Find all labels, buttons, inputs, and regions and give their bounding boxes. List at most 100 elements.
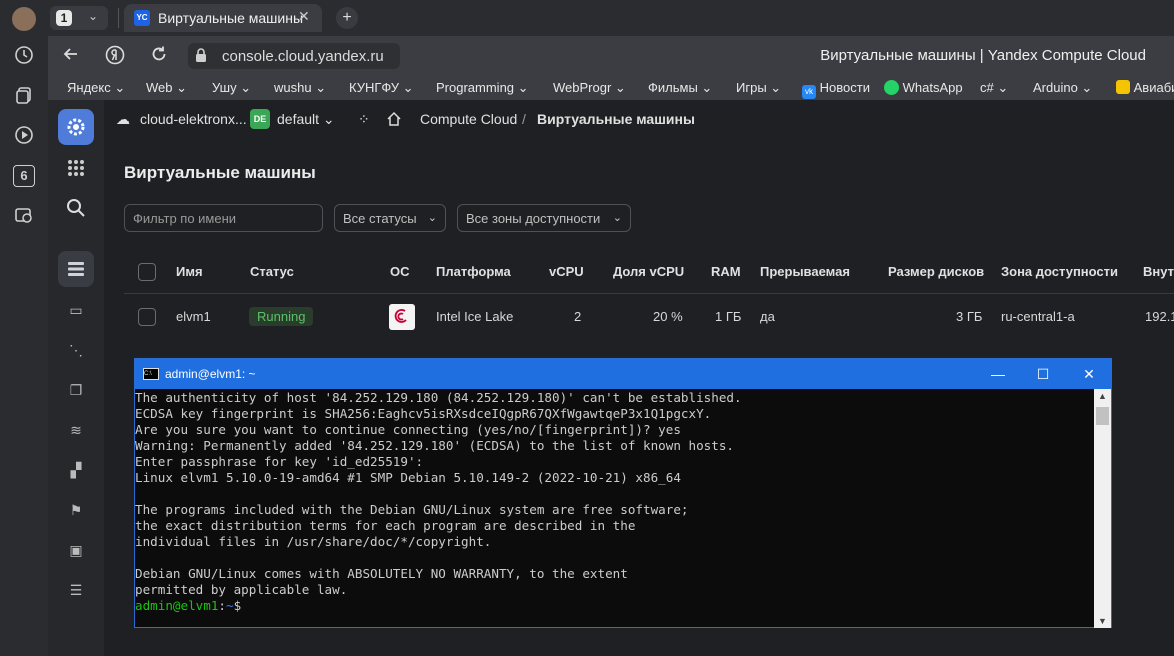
reload-icon[interactable] — [148, 45, 170, 67]
scroll-up-icon[interactable]: ▲ — [1098, 391, 1107, 401]
terminal-line: the exact distribution terms for each pr… — [135, 518, 636, 533]
bookmark-folder[interactable]: Arduino ⌄ — [1033, 80, 1092, 96]
bookmark-whatsapp[interactable]: WhatsApp — [884, 80, 963, 95]
zone-filter-select[interactable]: Все зоны доступности ⌄ — [457, 204, 631, 232]
bookmark-folder[interactable]: c# ⌄ — [980, 80, 1008, 96]
gear-icon[interactable] — [58, 109, 94, 145]
maximize-icon[interactable]: ☐ — [1034, 365, 1052, 383]
tab-active[interactable]: YC Виртуальные машины ✕ — [124, 4, 322, 32]
col-vcpu-share[interactable]: Доля vCPU — [613, 264, 684, 279]
terminal-line: permitted by applicable law. — [135, 582, 348, 597]
images-icon[interactable]: ❐ — [66, 380, 86, 400]
url-field[interactable]: console.cloud.yandex.ru — [188, 43, 400, 69]
debian-os-icon — [389, 304, 415, 330]
layers-icon[interactable]: ≋ — [66, 420, 86, 440]
back-arrow-icon[interactable] — [60, 45, 82, 67]
gpu-icon[interactable]: ▣ — [66, 540, 86, 560]
screenshot-icon[interactable] — [13, 205, 35, 227]
apps-grid-icon[interactable] — [66, 158, 86, 178]
page-heading: Виртуальные машины — [124, 163, 316, 182]
operations-icon[interactable]: ☰ — [66, 580, 86, 600]
page-title: Виртуальные машины | Yandex Compute Clou… — [820, 47, 1146, 64]
row-checkbox[interactable] — [138, 308, 156, 326]
instance-groups-icon[interactable]: ⚑ — [66, 500, 86, 520]
home-icon[interactable] — [386, 111, 402, 130]
vm-vcpu-share: 20 % — [653, 309, 683, 324]
bookmark-folder[interactable]: Ушу ⌄ — [212, 80, 251, 96]
col-internal-ip[interactable]: Внутр — [1143, 264, 1174, 279]
minimize-icon[interactable]: — — [989, 365, 1007, 383]
service-rail: ▭ ⋱ ❐ ≋ ▞ ⚑ ▣ ☰ — [48, 248, 104, 656]
breadcrumb-current: Виртуальные машины — [537, 111, 695, 127]
bookmark-folder[interactable]: Web ⌄ — [146, 80, 187, 96]
col-platform[interactable]: Платформа — [436, 264, 511, 279]
breadcrumb: ☁ cloud-elektronx... DE default ⌄ ⁘ Comp… — [104, 100, 1174, 138]
vm-list-icon[interactable] — [58, 251, 94, 287]
bookmark-avia[interactable]: Авиаби — [1116, 80, 1174, 95]
terminal-line: individual files in /usr/share/doc/*/cop… — [135, 534, 492, 549]
console-icon: C:\ — [143, 368, 159, 380]
col-preemptible[interactable]: Прерываемая — [760, 264, 850, 279]
snapshot-icon[interactable]: ▞ — [66, 460, 86, 480]
terminal-output[interactable]: The authenticity of host '84.252.129.180… — [135, 390, 1093, 628]
disk-icon[interactable]: ▭ — [66, 300, 86, 320]
col-ram[interactable]: RAM — [711, 264, 741, 279]
yandex-icon[interactable] — [104, 45, 126, 67]
bookmark-folder[interactable]: Игры ⌄ — [736, 80, 781, 96]
status-filter-select[interactable]: Все статусы ⌄ — [334, 204, 446, 232]
col-os[interactable]: ОС — [390, 264, 410, 279]
history-icon[interactable] — [13, 45, 35, 67]
col-disk-size[interactable]: Размер дисков — [888, 264, 984, 279]
select-all-checkbox[interactable] — [138, 263, 156, 281]
vm-internal-ip: 192.1 — [1145, 309, 1174, 324]
search-icon[interactable] — [66, 198, 86, 218]
terminal-line: Warning: Permanently added '84.252.129.1… — [135, 438, 734, 453]
collections-icon[interactable] — [13, 85, 35, 107]
bookmark-folder[interactable]: WebProgr ⌄ — [553, 80, 626, 96]
terminal-window[interactable]: C:\ admin@elvm1: ~ — ☐ ✕ The authenticit… — [134, 358, 1112, 628]
tab-group-button[interactable]: 1 ⌄ — [50, 6, 108, 30]
folder-badge: DE — [250, 109, 270, 129]
bookmark-folder[interactable]: Яндекс ⌄ — [67, 80, 125, 96]
tab-strip: 1 ⌄ YC Виртуальные машины ✕ + — [48, 0, 1174, 36]
bookmark-folder[interactable]: Programming ⌄ — [436, 80, 529, 96]
services-icon[interactable]: ⁘ — [358, 111, 370, 128]
col-vcpu[interactable]: vCPU — [549, 264, 584, 279]
bookmark-vk[interactable]: vk Новости — [802, 80, 870, 99]
tab-divider — [118, 8, 119, 28]
address-bar: console.cloud.yandex.ru Виртуальные маши… — [48, 36, 1174, 76]
url-text: console.cloud.yandex.ru — [222, 48, 384, 65]
breadcrumb-service[interactable]: Compute Cloud — [420, 111, 517, 127]
scrollbar-thumb[interactable] — [1096, 407, 1109, 425]
side-badge[interactable]: 6 — [13, 165, 35, 187]
video-play-icon[interactable] — [13, 125, 35, 147]
close-icon[interactable]: ✕ — [1080, 365, 1098, 383]
tab-count: 1 — [56, 10, 72, 26]
bookmarks-bar: Яндекс ⌄ Web ⌄ Ушу ⌄ wushu ⌄ КУНГФУ ⌄ Pr… — [48, 76, 1174, 100]
tab-title: Виртуальные машины — [158, 10, 304, 26]
prompt-user: admin@elvm1 — [135, 598, 219, 613]
terminal-line: ECDSA key fingerprint is SHA256:Eaghcv5i… — [135, 406, 712, 421]
vm-disk-size: 3 ГБ — [956, 309, 983, 324]
close-icon[interactable]: ✕ — [298, 8, 310, 25]
bookmark-folder[interactable]: wushu ⌄ — [274, 80, 326, 96]
name-filter-input[interactable]: Фильтр по имени — [124, 204, 323, 232]
breadcrumb-folder[interactable]: default ⌄ — [277, 111, 335, 128]
vm-name[interactable]: elvm1 — [176, 309, 211, 324]
bookmark-folder[interactable]: КУНГФУ ⌄ — [349, 80, 413, 96]
breadcrumb-cloud[interactable]: cloud-elektronx... — [140, 111, 247, 127]
bookmark-folder[interactable]: Фильмы ⌄ — [648, 80, 712, 96]
scroll-down-icon[interactable]: ▼ — [1098, 616, 1107, 626]
header-divider — [124, 293, 1174, 294]
terminal-titlebar[interactable]: C:\ admin@elvm1: ~ — ☐ ✕ — [135, 359, 1111, 389]
avia-icon — [1116, 80, 1130, 94]
profile-avatar[interactable] — [12, 7, 36, 31]
col-name[interactable]: Имя — [176, 264, 203, 279]
col-zone[interactable]: Зона доступности — [1001, 264, 1118, 279]
vm-platform: Intel Ice Lake — [436, 309, 514, 324]
chevron-down-icon: ⌄ — [427, 212, 437, 224]
placement-icon[interactable]: ⋱ — [66, 340, 86, 360]
col-status[interactable]: Статус — [250, 264, 294, 279]
new-tab-button[interactable]: + — [336, 7, 358, 29]
terminal-scrollbar[interactable]: ▲ ▼ — [1094, 389, 1111, 628]
